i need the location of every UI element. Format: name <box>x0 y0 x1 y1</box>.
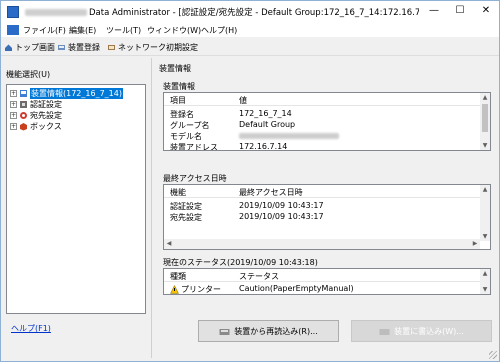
register-device-label: 装置登録 <box>68 43 100 52</box>
warning-icon <box>170 285 179 294</box>
device-info-header: 項目 値 <box>164 93 490 106</box>
tree-item-auth[interactable]: + 認証設定 <box>10 99 62 110</box>
device-icon <box>20 90 27 97</box>
network-icon <box>107 43 116 52</box>
write-label: 装置に書込み(W)... <box>394 326 464 336</box>
row-key: モデル名 <box>170 132 202 141</box>
horizontal-scrollbar[interactable]: ◀ ▶ <box>164 239 480 249</box>
tree-item-destination[interactable]: + 宛先設定 <box>10 110 62 121</box>
column-header-status[interactable]: ステータス <box>239 271 279 282</box>
resize-grip[interactable] <box>489 351 497 359</box>
scroll-left-icon[interactable]: ◀ <box>164 239 174 248</box>
menu-tools[interactable]: ツール(T) <box>106 25 141 36</box>
row-key: 認証設定 <box>170 202 202 211</box>
row-value: 172_16_7_14 <box>239 109 292 118</box>
tree-item-box[interactable]: + ボックス <box>10 121 62 132</box>
close-button[interactable]: ✕ <box>473 1 499 21</box>
device-read-icon <box>219 328 230 335</box>
row-value: Caution(PaperEmptyManual) <box>239 284 354 293</box>
app-menu-icon[interactable] <box>7 25 19 35</box>
column-header-last-access[interactable]: 最終アクセス日時 <box>239 187 303 198</box>
last-access-list[interactable]: 機能 最終アクセス日時 認証設定 2019/10/09 10:43:17 宛先設… <box>163 184 491 250</box>
row-value: 2019/10/09 10:43:17 <box>239 201 324 210</box>
scroll-down-icon[interactable]: ▼ <box>480 232 490 241</box>
column-header-type[interactable]: 種類 <box>170 271 186 282</box>
device-info-title: 装置情報 <box>163 82 195 91</box>
tree-item-label: ボックス <box>30 122 62 131</box>
status-list[interactable]: 種類 ステータス プリンター Caution(PaperEmptyManual)… <box>163 268 491 295</box>
column-header-function[interactable]: 機能 <box>170 187 186 198</box>
reload-label: 装置から再読込み(R)... <box>234 326 318 336</box>
scroll-up-icon[interactable]: ▲ <box>480 269 490 278</box>
menu-file[interactable]: ファイル(F) <box>23 25 66 36</box>
row-value: 2019/10/09 10:43:17 <box>239 212 324 221</box>
pane-splitter[interactable] <box>151 58 152 358</box>
vertical-scrollbar[interactable]: ▲ ▼ <box>480 185 490 241</box>
row-value: Default Group <box>239 120 296 129</box>
vertical-scrollbar[interactable]: ▲ ▼ <box>480 269 490 294</box>
toolbar: トップ画面 装置登録 ネットワーク初期設定 <box>1 38 499 56</box>
app-window: Data Administrator - [認証設定/宛先設定 - Defaul… <box>0 0 500 362</box>
window-title: Data Administrator - [認証設定/宛先設定 - Defaul… <box>89 8 419 18</box>
row-key: プリンター <box>181 285 221 294</box>
auth-icon <box>20 101 27 108</box>
row-value: 172.16.7.14 <box>239 142 288 151</box>
scroll-up-icon[interactable]: ▲ <box>480 93 490 102</box>
help-link[interactable]: ヘルプ(F1) <box>11 323 51 334</box>
app-icon <box>7 6 19 18</box>
menu-help[interactable]: ヘルプ(H) <box>201 25 237 36</box>
home-icon <box>4 43 13 52</box>
vertical-scrollbar[interactable]: ▲ ▼ <box>480 93 490 150</box>
tree-item-label: 宛先設定 <box>30 111 62 120</box>
top-screen-label: トップ画面 <box>15 43 55 52</box>
page-title: 装置情報 <box>159 64 191 73</box>
last-access-title: 最終アクセス日時 <box>163 174 227 183</box>
scroll-right-icon[interactable]: ▶ <box>470 239 480 248</box>
device-info-list[interactable]: 項目 値 登録名 172_16_7_14 グループ名 Default Group… <box>163 92 491 151</box>
scroll-up-icon[interactable]: ▲ <box>480 185 490 194</box>
address-book-icon <box>20 112 27 119</box>
scroll-thumb[interactable] <box>482 104 488 132</box>
top-screen-button[interactable]: トップ画面 <box>4 41 55 54</box>
title-redacted <box>25 9 87 16</box>
scroll-down-icon[interactable]: ▼ <box>480 141 490 150</box>
write-to-device-button[interactable]: 装置に書込み(W)... <box>351 320 492 342</box>
status-title: 現在のステータス(2019/10/09 10:43:18) <box>163 258 318 267</box>
last-access-header: 機能 最終アクセス日時 <box>164 185 490 198</box>
column-header-item[interactable]: 項目 <box>170 95 186 106</box>
expand-icon[interactable]: + <box>10 90 17 97</box>
function-select-label: 機能選択(U) <box>6 70 51 79</box>
expand-icon[interactable]: + <box>10 112 17 119</box>
scroll-down-icon[interactable]: ▼ <box>480 285 490 294</box>
menu-bar: ファイル(F) 編集(E) ツール(T) ウィンドウ(W) ヘルプ(H) <box>1 23 499 37</box>
device-write-icon <box>379 328 390 335</box>
minimize-button[interactable]: — <box>421 1 447 21</box>
model-name-redacted <box>239 133 339 139</box>
tree-item-label: 装置情報(172_16_7_14) <box>30 88 123 99</box>
register-device-button[interactable]: 装置登録 <box>57 41 100 54</box>
expand-icon[interactable]: + <box>10 101 17 108</box>
menu-edit[interactable]: 編集(E) <box>69 25 96 36</box>
reload-from-device-button[interactable]: 装置から再読込み(R)... <box>198 320 339 342</box>
box-icon <box>20 123 27 131</box>
status-row: プリンター <box>170 284 221 294</box>
status-header: 種類 ステータス <box>164 269 490 282</box>
expand-icon[interactable]: + <box>10 123 17 130</box>
column-header-value[interactable]: 値 <box>239 95 247 106</box>
title-bar: Data Administrator - [認証設定/宛先設定 - Defaul… <box>1 1 499 23</box>
row-key: 装置アドレス <box>170 143 218 151</box>
maximize-button[interactable]: ☐ <box>447 1 473 21</box>
row-key: 登録名 <box>170 110 194 119</box>
tree-item-label: 認証設定 <box>30 100 62 109</box>
tree-item-device-info[interactable]: + 装置情報(172_16_7_14) <box>10 88 123 99</box>
row-key: グループ名 <box>170 121 210 130</box>
function-tree[interactable]: + 装置情報(172_16_7_14) + 認証設定 + 宛先設定 + ボックス <box>6 84 146 314</box>
menu-window[interactable]: ウィンドウ(W) <box>147 25 201 36</box>
row-key: 宛先設定 <box>170 213 202 222</box>
network-init-button[interactable]: ネットワーク初期設定 <box>107 41 198 54</box>
device-add-icon <box>57 43 66 52</box>
network-init-label: ネットワーク初期設定 <box>118 43 198 52</box>
